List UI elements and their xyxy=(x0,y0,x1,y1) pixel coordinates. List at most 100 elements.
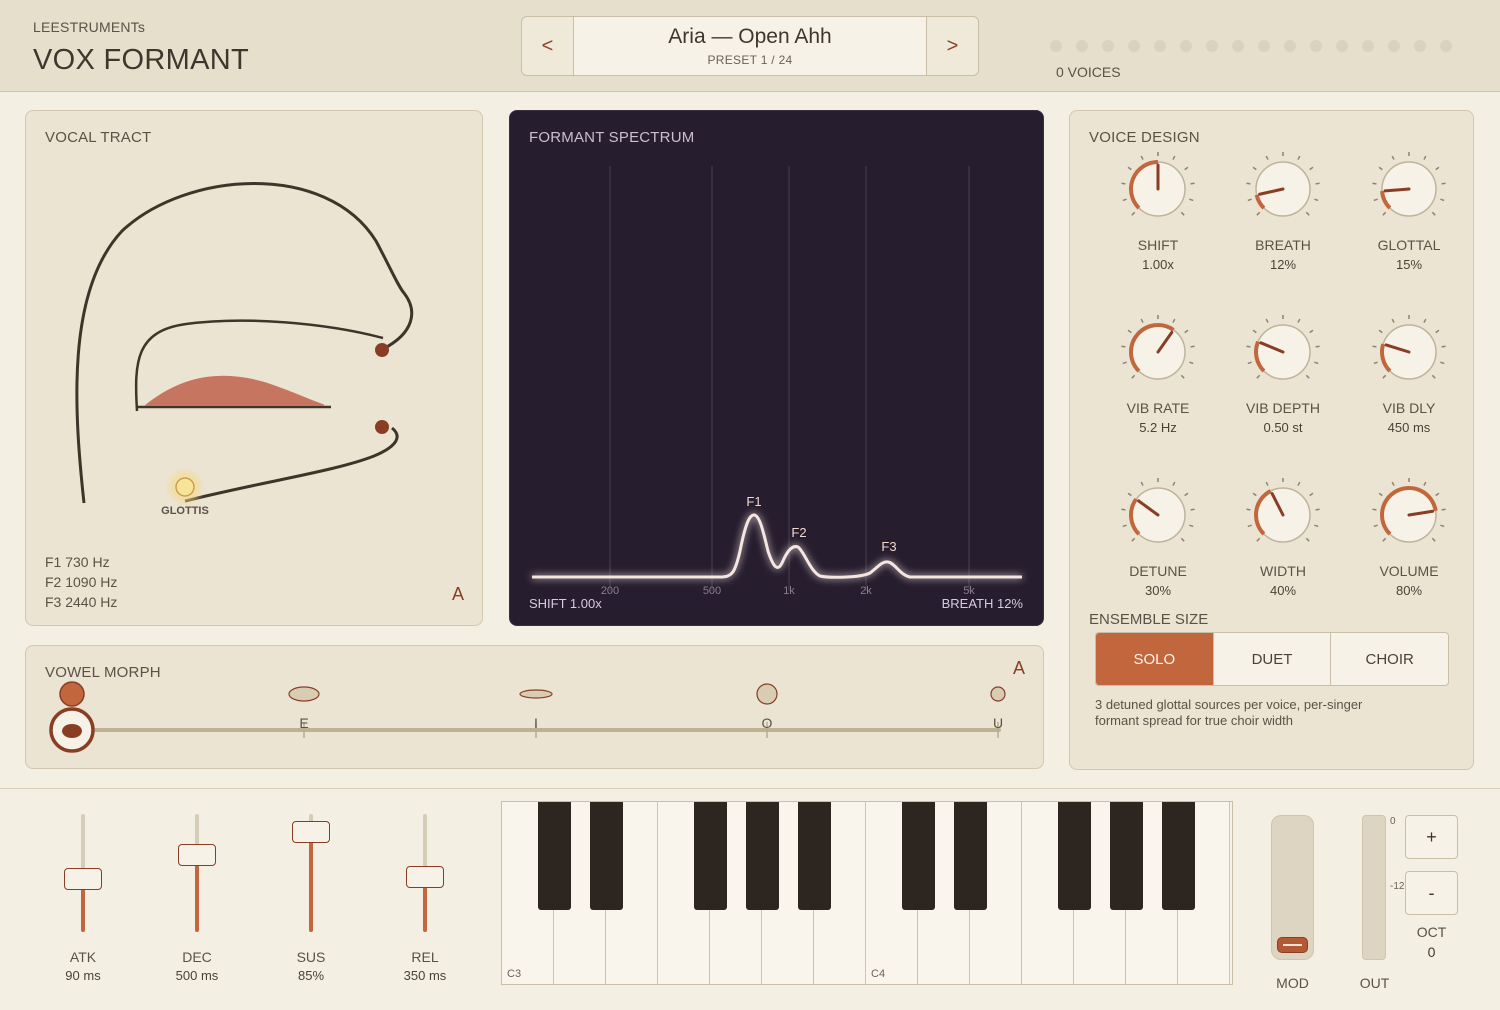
ensemble-duet-button[interactable]: DUET xyxy=(1212,633,1331,685)
knob-tick xyxy=(1391,318,1395,323)
slider-value: 90 ms xyxy=(65,968,101,983)
knob-dial[interactable] xyxy=(1369,312,1449,392)
piano-black-key[interactable] xyxy=(538,802,571,910)
knob-dial[interactable] xyxy=(1118,475,1198,555)
knob-glottal[interactable]: GLOTTAL 15% xyxy=(1354,149,1464,272)
glottis-label: GLOTTIS xyxy=(161,505,209,517)
knob-dial[interactable] xyxy=(1118,312,1198,392)
piano-black-key[interactable] xyxy=(1162,802,1195,910)
vowel-morph-handle-center xyxy=(62,724,82,738)
knob-tick xyxy=(1297,481,1301,486)
slider-handle[interactable] xyxy=(178,844,216,867)
knob-tick xyxy=(1127,492,1132,497)
octave-down-button[interactable]: - xyxy=(1405,871,1458,915)
preset-number: PRESET 1 / 24 xyxy=(707,53,793,67)
knob-tick xyxy=(1372,508,1377,511)
piano-black-key[interactable] xyxy=(954,802,987,910)
knob-tick xyxy=(1140,318,1144,323)
knob-tick xyxy=(1431,374,1436,379)
knob-dial[interactable] xyxy=(1118,149,1198,229)
knob-dial[interactable] xyxy=(1369,475,1449,555)
knob-tick xyxy=(1309,166,1314,171)
piano-black-key[interactable] xyxy=(746,802,779,910)
knob-dial[interactable] xyxy=(1243,475,1323,555)
knob-width[interactable]: WIDTH 40% xyxy=(1228,475,1338,598)
peak-label-f2: F2 xyxy=(791,525,806,540)
peak-label-f1: F1 xyxy=(746,494,761,509)
ensemble-solo-button[interactable]: SOLO xyxy=(1096,633,1213,685)
slider-label: ATK xyxy=(69,949,97,965)
piano-keyboard[interactable]: C3 C4 xyxy=(501,801,1233,985)
head-outline xyxy=(75,182,414,504)
knob-tick xyxy=(1305,374,1310,379)
knob-tick xyxy=(1247,361,1252,365)
ensemble-choir-button[interactable]: CHOIR xyxy=(1330,633,1448,685)
slider-fill xyxy=(195,855,199,932)
preset-prev-button[interactable]: < xyxy=(522,17,574,75)
output-meter-mark-12: -12 xyxy=(1390,881,1405,892)
knob-tick xyxy=(1440,361,1445,365)
knob-label: BREATH xyxy=(1255,237,1311,253)
knob-tick xyxy=(1184,329,1189,334)
output-meter xyxy=(1362,815,1386,960)
knob-tick xyxy=(1435,329,1440,334)
knob-tick xyxy=(1180,537,1185,542)
preset-name: Aria — Open Ahh xyxy=(668,25,832,48)
knob-tick xyxy=(1256,374,1261,379)
knob-shift[interactable]: SHIFT 1.00x xyxy=(1103,149,1213,272)
knob-tick xyxy=(1431,537,1436,542)
slider-handle[interactable] xyxy=(406,865,444,888)
knob-tick xyxy=(1391,155,1395,160)
piano-black-key[interactable] xyxy=(798,802,831,910)
piano-black-key[interactable] xyxy=(1110,802,1143,910)
octave-up-button[interactable]: + xyxy=(1405,815,1458,859)
knob-dial[interactable] xyxy=(1243,149,1323,229)
knob-vib-rate[interactable]: VIB RATE 5.2 Hz xyxy=(1103,312,1213,435)
slider-value: 85% xyxy=(297,968,325,983)
voice-indicator-dot xyxy=(1336,40,1348,52)
vowel-u-label: U xyxy=(993,715,1003,731)
peak-label-f3: F3 xyxy=(881,539,896,554)
voice-indicator-dot xyxy=(1414,40,1426,52)
piano-black-key[interactable] xyxy=(902,802,935,910)
knob-dial[interactable] xyxy=(1369,149,1449,229)
voice-indicator-dot xyxy=(1388,40,1400,52)
vowel-u-shape xyxy=(990,686,1006,702)
knob-breath[interactable]: BREATH 12% xyxy=(1228,149,1338,272)
knob-tick xyxy=(1441,508,1446,511)
envelope-slider-dec[interactable]: DEC 500 ms xyxy=(157,809,237,999)
preset-selector: < Aria — Open Ahh PRESET 1 / 24 > xyxy=(521,16,979,76)
slider-value: 500 ms xyxy=(175,968,219,983)
preset-next-button[interactable]: > xyxy=(926,17,978,75)
vocal-tract-vowel: A xyxy=(451,584,464,604)
spectrum-curve xyxy=(532,513,1022,579)
knob-volume[interactable]: VOLUME 80% xyxy=(1354,475,1464,598)
mod-wheel-handle[interactable] xyxy=(1277,937,1308,953)
envelope-slider-sus[interactable]: SUS 85% xyxy=(271,809,351,999)
knob-vib-dly[interactable]: VIB DLY 450 ms xyxy=(1354,312,1464,435)
piano-black-key[interactable] xyxy=(590,802,623,910)
mod-wheel[interactable] xyxy=(1271,815,1314,960)
piano-black-key[interactable] xyxy=(694,802,727,910)
knob-tick xyxy=(1184,492,1189,497)
knob-tick xyxy=(1246,182,1251,185)
preset-display[interactable]: Aria — Open Ahh PRESET 1 / 24 xyxy=(574,17,926,75)
envelope-slider-rel[interactable]: REL 350 ms xyxy=(385,809,465,999)
key-octave-label: C3 xyxy=(507,968,522,980)
lower-lip-marker xyxy=(375,420,389,434)
voices-count: 0 VOICES xyxy=(1056,64,1121,80)
formant-f2-readout: F2 1090 Hz xyxy=(45,574,118,590)
knob-detune[interactable]: DETUNE 30% xyxy=(1103,475,1213,598)
knob-vib-depth[interactable]: VIB DEPTH 0.50 st xyxy=(1228,312,1338,435)
slider-handle[interactable] xyxy=(64,867,102,890)
vowel-morph-slider[interactable]: E I O U xyxy=(26,646,1045,770)
piano-black-key[interactable] xyxy=(1058,802,1091,910)
knob-tick xyxy=(1373,361,1378,365)
knob-dial[interactable] xyxy=(1243,312,1323,392)
slider-handle[interactable] xyxy=(292,820,330,843)
formant-readouts: F1 730 Hz F2 1090 Hz F3 2440 Hz xyxy=(45,552,117,612)
envelope-slider-atk[interactable]: ATK 90 ms xyxy=(43,809,123,999)
freq-tick-200: 200 xyxy=(601,585,619,597)
knob-tick xyxy=(1423,318,1427,323)
knob-label: DETUNE xyxy=(1129,563,1187,579)
